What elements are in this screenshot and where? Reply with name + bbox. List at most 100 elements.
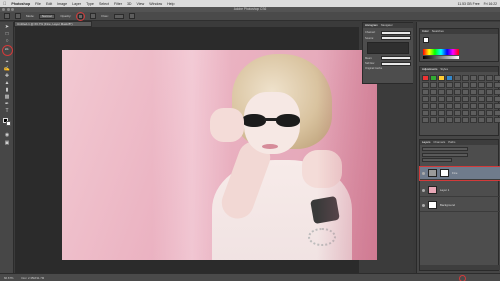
pressure-size-icon[interactable] [128,13,135,19]
style-swatch[interactable] [446,103,453,109]
style-swatch[interactable] [462,75,469,81]
style-swatch[interactable] [470,89,477,95]
crop-tool-icon[interactable]: ⌖ [3,59,11,65]
menu-view[interactable]: View [137,2,145,6]
type-tool-icon[interactable]: T [3,108,11,114]
airbrush-icon[interactable] [90,13,97,19]
pen-tool-icon[interactable]: ✒ [3,101,11,107]
style-swatch[interactable] [430,117,437,123]
menu-file[interactable]: File [35,2,41,6]
style-swatch[interactable] [494,117,500,123]
style-swatch[interactable] [470,75,477,81]
style-swatch[interactable] [430,82,437,88]
blend-mode-select[interactable] [422,152,468,157]
style-swatch[interactable] [430,89,437,95]
style-swatch[interactable] [470,117,477,123]
zoom-level[interactable]: 66.67% [4,276,14,280]
menu-image[interactable]: Image [57,2,67,6]
tab-channels[interactable]: Channels [433,140,445,145]
style-swatch[interactable] [438,89,445,95]
style-swatch[interactable] [422,117,429,123]
style-swatch[interactable] [422,89,429,95]
menu-type[interactable]: Type [86,2,94,6]
tab-histogram[interactable]: Histogram [365,23,378,28]
style-swatch[interactable] [470,82,477,88]
source-select[interactable] [381,36,411,40]
screen-mode-icon[interactable]: ▣ [3,140,11,146]
quick-mask-icon[interactable]: ◉ [3,132,11,138]
menu-filter[interactable]: Filter [114,2,122,6]
apple-menu-icon[interactable]:  [3,1,6,6]
style-swatch[interactable] [446,96,453,102]
menu-help[interactable]: Help [167,2,174,6]
visibility-eye-icon[interactable] [422,171,425,175]
style-swatch[interactable] [422,110,429,116]
style-swatch[interactable] [462,103,469,109]
menu-select[interactable]: Select [99,2,109,6]
eyedropper-tool-icon[interactable]: ✍ [3,66,11,72]
style-swatch[interactable] [494,82,500,88]
style-swatch[interactable] [494,89,500,95]
style-swatch[interactable] [454,96,461,102]
style-swatch[interactable] [478,103,485,109]
style-swatch[interactable] [486,89,493,95]
background-color-swatch[interactable] [6,121,11,126]
style-swatch[interactable] [422,82,429,88]
style-swatch[interactable] [446,82,453,88]
menu-photoshop[interactable]: Photoshop [11,2,30,6]
style-swatch[interactable] [422,103,429,109]
style-swatch[interactable] [454,89,461,95]
style-swatch[interactable] [486,75,493,81]
style-swatch[interactable] [486,110,493,116]
style-swatch[interactable] [454,75,461,81]
style-swatch[interactable] [462,110,469,116]
color-panel-swatch[interactable] [423,37,429,43]
style-swatch[interactable] [478,117,485,123]
color-spectrum[interactable] [423,49,459,55]
style-swatch[interactable] [430,75,437,81]
style-swatch[interactable] [486,82,493,88]
tab-styles[interactable]: Styles [440,67,448,72]
style-swatch[interactable] [486,117,493,123]
style-swatch[interactable] [494,96,500,102]
close-window-icon[interactable] [2,8,5,11]
style-swatch[interactable] [446,117,453,123]
style-swatch[interactable] [422,96,429,102]
style-swatch[interactable] [478,82,485,88]
tab-adjustments[interactable]: Adjustments [422,67,437,72]
style-swatch[interactable] [430,96,437,102]
style-swatch[interactable] [494,110,500,116]
document-info[interactable]: Doc: 2.35M/11.7M [22,276,45,280]
healing-tool-icon[interactable]: ✚ [3,73,11,79]
menu-layer[interactable]: Layer [72,2,81,6]
zoom-window-icon[interactable] [11,8,14,11]
style-swatch[interactable] [438,96,445,102]
layer-row-background[interactable]: Background [420,199,500,212]
style-swatch[interactable] [478,75,485,81]
style-swatch[interactable] [486,96,493,102]
marquee-tool-icon[interactable]: □ [3,31,11,37]
style-swatch[interactable] [462,96,469,102]
brush-tool-icon[interactable]: ✏ [3,47,11,53]
style-swatch[interactable] [470,110,477,116]
tab-navigator[interactable]: Navigator [381,23,393,28]
style-swatch[interactable] [446,110,453,116]
style-swatch[interactable] [462,82,469,88]
style-swatch[interactable] [430,103,437,109]
flow-field[interactable] [113,13,124,19]
style-swatch[interactable] [454,117,461,123]
style-swatch[interactable] [430,110,437,116]
style-swatch[interactable] [446,75,453,81]
style-swatch[interactable] [462,89,469,95]
pressure-opacity-icon[interactable] [78,13,84,19]
layer-filter-select[interactable] [422,147,468,151]
style-swatch[interactable] [478,96,485,102]
style-swatch[interactable] [438,117,445,123]
style-swatch[interactable] [486,103,493,109]
clone-stamp-tool-icon[interactable]: ▲ [3,80,11,86]
canvas-area[interactable] [15,27,377,273]
style-swatch[interactable] [454,103,461,109]
eraser-tool-icon[interactable]: ▮ [3,87,11,93]
style-swatch[interactable] [478,110,485,116]
lasso-tool-icon[interactable]: ○ [3,38,11,44]
